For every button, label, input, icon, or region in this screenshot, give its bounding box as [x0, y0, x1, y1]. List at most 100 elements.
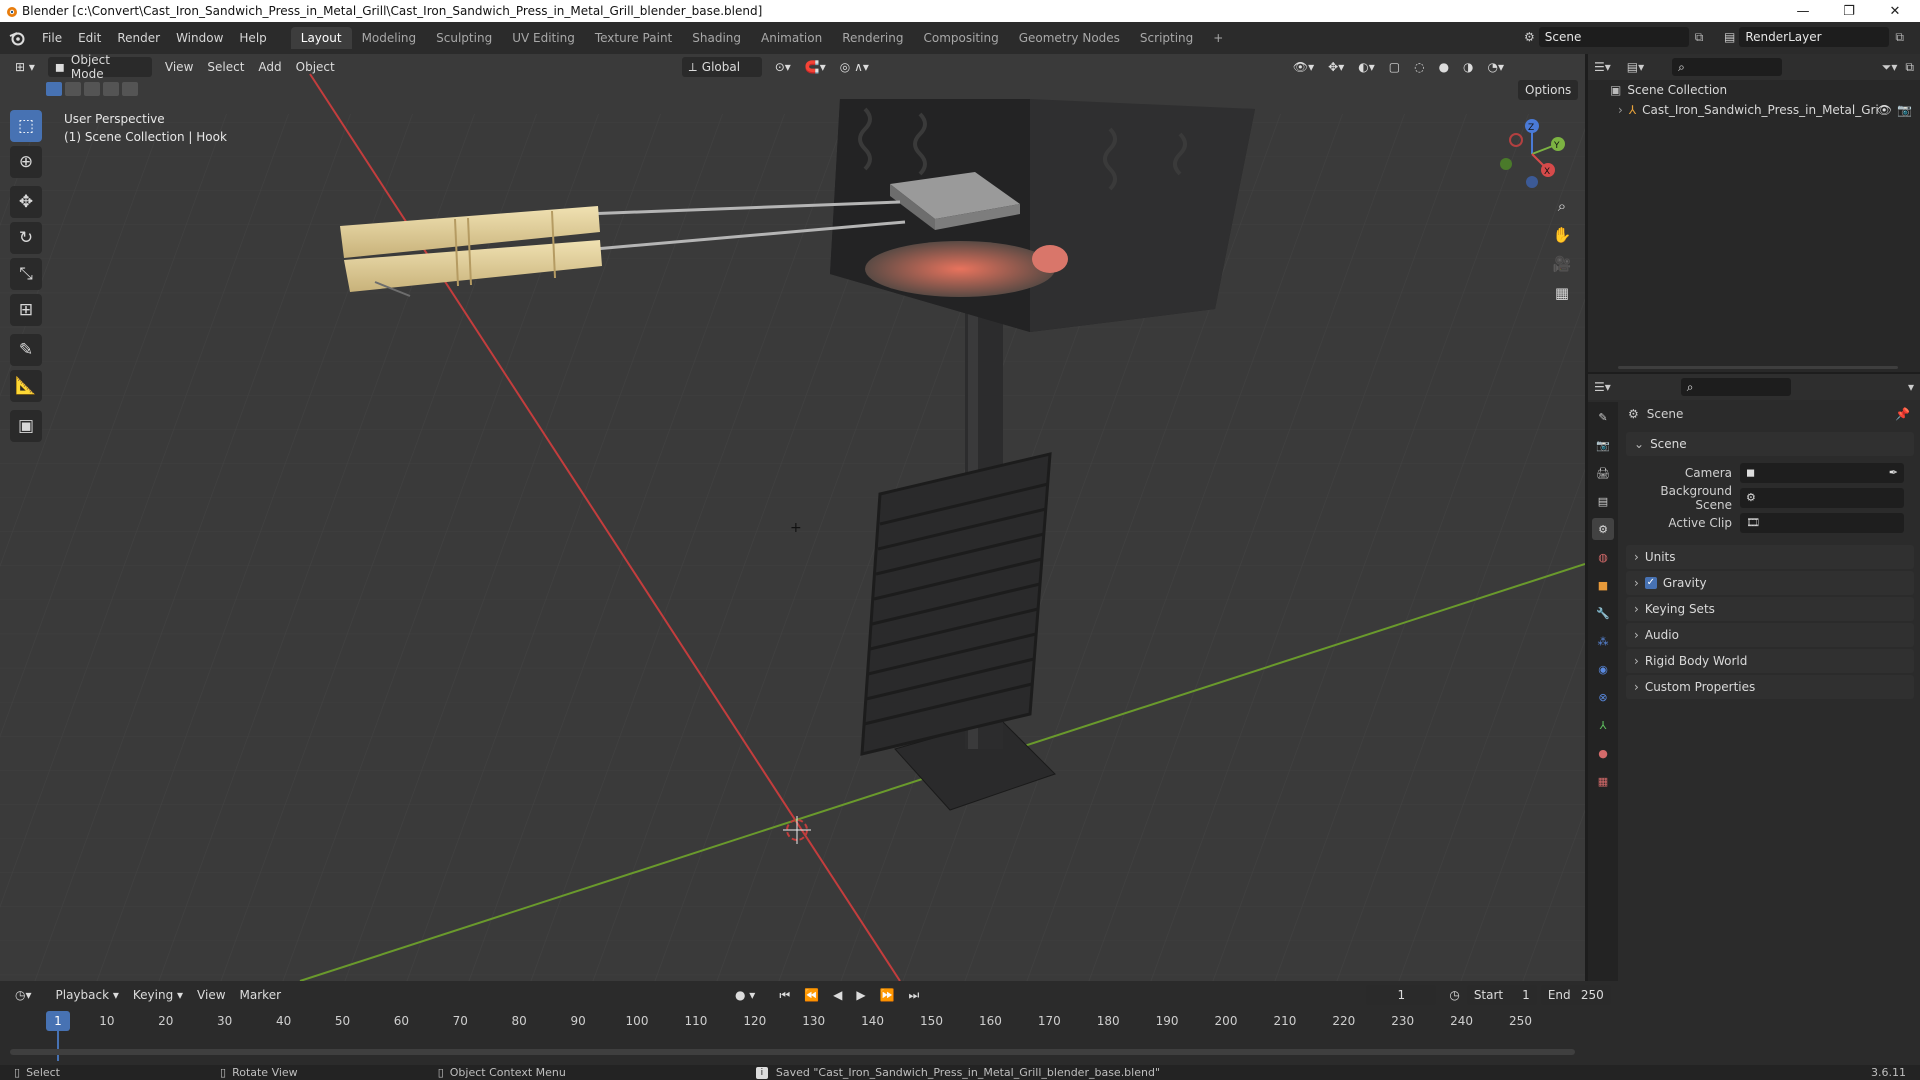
- new-scene-icon[interactable]: ⧉: [1695, 30, 1704, 45]
- eyedropper-icon[interactable]: ✒: [1889, 466, 1898, 479]
- material-tab-icon[interactable]: ●: [1592, 742, 1614, 764]
- current-frame-field[interactable]: 1: [1366, 985, 1437, 1005]
- select-subtract-icon[interactable]: [84, 82, 100, 96]
- proportional-edit-icon[interactable]: ◎ ∧▾: [833, 57, 876, 77]
- physics-tab-icon[interactable]: ◉: [1592, 658, 1614, 680]
- world-tab-icon[interactable]: ◍: [1592, 546, 1614, 568]
- select-invert-icon[interactable]: [103, 82, 119, 96]
- measure-tool-icon[interactable]: 📐: [10, 370, 42, 402]
- properties-options-icon[interactable]: ▾: [1908, 380, 1914, 394]
- blender-menu-icon[interactable]: [0, 30, 34, 46]
- visibility-icon[interactable]: 👁▾: [1286, 57, 1321, 77]
- tab-shading[interactable]: Shading: [682, 27, 751, 49]
- tab-modeling[interactable]: Modeling: [352, 27, 427, 49]
- panel-custom-properties[interactable]: › Custom Properties: [1626, 675, 1914, 699]
- display-mode-icon[interactable]: ▤▾: [1627, 60, 1644, 74]
- move-tool-icon[interactable]: ✥: [10, 186, 42, 218]
- active-clip-field[interactable]: 🎞: [1740, 512, 1904, 533]
- visibility-eye-icon[interactable]: 👁: [1877, 103, 1892, 117]
- menu-render[interactable]: Render: [109, 27, 168, 49]
- panel-rigid-body-world[interactable]: › Rigid Body World: [1626, 649, 1914, 673]
- view-layer-selector[interactable]: RenderLayer: [1739, 27, 1890, 47]
- menu-edit[interactable]: Edit: [70, 27, 109, 49]
- timeline-scrollbar[interactable]: [10, 1049, 1575, 1055]
- scene-panel-header[interactable]: ⌄ Scene: [1626, 432, 1914, 456]
- menu-add[interactable]: Add: [251, 57, 288, 77]
- outliner-item[interactable]: › ⅄ Cast_Iron_Sandwich_Press_in_Metal_Gr…: [1588, 100, 1920, 120]
- filter-icon[interactable]: ⏷▾: [1882, 60, 1898, 75]
- frame-ruler[interactable]: 10 20 30 40 50 60 70 80 90 100 110 120 130 140 150 160 1…: [10, 1011, 1580, 1061]
- pan-hand-icon[interactable]: ✋: [1549, 222, 1575, 248]
- scene-tab-icon[interactable]: ⚙: [1592, 518, 1614, 540]
- view-layer-tab-icon[interactable]: ▤: [1592, 490, 1614, 512]
- select-extend-icon[interactable]: [65, 82, 81, 96]
- output-tab-icon[interactable]: 🖨: [1592, 462, 1614, 484]
- menu-timeline-view[interactable]: View: [190, 985, 232, 1005]
- tab-texture-paint[interactable]: Texture Paint: [585, 27, 682, 49]
- tab-scripting[interactable]: Scripting: [1130, 27, 1203, 49]
- menu-window[interactable]: Window: [168, 27, 231, 49]
- editor-type-icon[interactable]: ⊞ ▾: [8, 57, 42, 77]
- prev-keyframe-icon[interactable]: ⏪: [797, 985, 826, 1005]
- menu-keying[interactable]: Keying ▾: [126, 985, 190, 1005]
- constraints-tab-icon[interactable]: ⊗: [1592, 686, 1614, 708]
- menu-view[interactable]: View: [158, 57, 200, 77]
- overlays-icon[interactable]: ◐▾: [1351, 57, 1382, 77]
- tab-compositing[interactable]: Compositing: [913, 27, 1008, 49]
- expand-arrow-icon[interactable]: ›: [1618, 103, 1623, 117]
- shading-solid-icon[interactable]: ●: [1432, 57, 1456, 77]
- properties-editor-type-icon[interactable]: ☰▾: [1594, 380, 1611, 394]
- zoom-icon[interactable]: ⌕: [1549, 193, 1575, 219]
- menu-select[interactable]: Select: [200, 57, 251, 77]
- select-new-icon[interactable]: [46, 82, 62, 96]
- minimize-button[interactable]: —: [1780, 0, 1826, 22]
- panel-gravity[interactable]: › ✓ Gravity: [1626, 571, 1914, 595]
- mode-selector[interactable]: ◼ Object Mode: [47, 53, 152, 81]
- camera-field[interactable]: ◼ ✒: [1740, 462, 1904, 483]
- menu-file[interactable]: File: [34, 27, 70, 49]
- modifiers-tab-icon[interactable]: 🔧: [1592, 602, 1614, 624]
- new-collection-icon[interactable]: ⧉: [1905, 60, 1914, 75]
- gravity-checkbox[interactable]: ✓: [1644, 577, 1657, 589]
- cursor-tool-icon[interactable]: ⊕: [10, 146, 42, 178]
- data-tab-icon[interactable]: ⅄: [1592, 714, 1614, 736]
- outliner-search-input[interactable]: ⌕: [1672, 58, 1783, 76]
- close-button[interactable]: ✕: [1872, 0, 1918, 22]
- tab-geometry-nodes[interactable]: Geometry Nodes: [1009, 27, 1130, 49]
- render-camera-icon[interactable]: 📷: [1897, 103, 1912, 117]
- tab-layout[interactable]: Layout: [290, 27, 352, 49]
- scale-tool-icon[interactable]: ⤡: [10, 258, 42, 290]
- playhead[interactable]: 1: [46, 1011, 70, 1031]
- jump-start-icon[interactable]: ⏮: [772, 985, 797, 1005]
- end-frame-field[interactable]: End 250: [1540, 985, 1611, 1005]
- object-tab-icon[interactable]: ■: [1592, 574, 1614, 596]
- 3d-viewport[interactable]: + Z Y X: [0, 54, 1585, 981]
- select-box-tool-icon[interactable]: ⬚: [10, 110, 42, 142]
- transform-tool-icon[interactable]: ⊞: [10, 294, 42, 326]
- annotate-tool-icon[interactable]: ✎: [10, 334, 42, 366]
- navigation-gizmo[interactable]: Z Y X: [1492, 114, 1572, 194]
- panel-units[interactable]: › Units: [1626, 545, 1914, 569]
- shading-rendered-icon[interactable]: ◔▾: [1481, 57, 1512, 77]
- next-keyframe-icon[interactable]: ⏩: [873, 985, 902, 1005]
- outliner-scrollbar[interactable]: [1618, 366, 1898, 369]
- outliner-root[interactable]: ▣ Scene Collection: [1588, 80, 1920, 100]
- menu-help[interactable]: Help: [231, 27, 274, 49]
- properties-search-input[interactable]: ⌕: [1680, 378, 1791, 396]
- menu-playback[interactable]: Playback ▾: [49, 985, 126, 1005]
- transform-orientation-dropdown[interactable]: ⟂ Global: [681, 57, 762, 77]
- rotate-tool-icon[interactable]: ↻: [10, 222, 42, 254]
- outliner-editor-type-icon[interactable]: ☰▾: [1594, 60, 1611, 74]
- particles-tab-icon[interactable]: ⁂: [1592, 630, 1614, 652]
- scene-selector[interactable]: Scene: [1538, 27, 1689, 47]
- pin-icon[interactable]: 📌: [1895, 407, 1910, 421]
- auto-keying-icon[interactable]: ● ▾: [728, 985, 762, 1005]
- ortho-toggle-icon[interactable]: ▦: [1549, 280, 1575, 306]
- options-button[interactable]: Options: [1518, 80, 1579, 100]
- panel-keying-sets[interactable]: › Keying Sets: [1626, 597, 1914, 621]
- tab-animation[interactable]: Animation: [751, 27, 832, 49]
- panel-audio[interactable]: › Audio: [1626, 623, 1914, 647]
- tab-rendering[interactable]: Rendering: [832, 27, 913, 49]
- timeline-editor-type-icon[interactable]: ◷▾: [8, 985, 39, 1005]
- snap-icon[interactable]: 🧲▾: [798, 57, 833, 77]
